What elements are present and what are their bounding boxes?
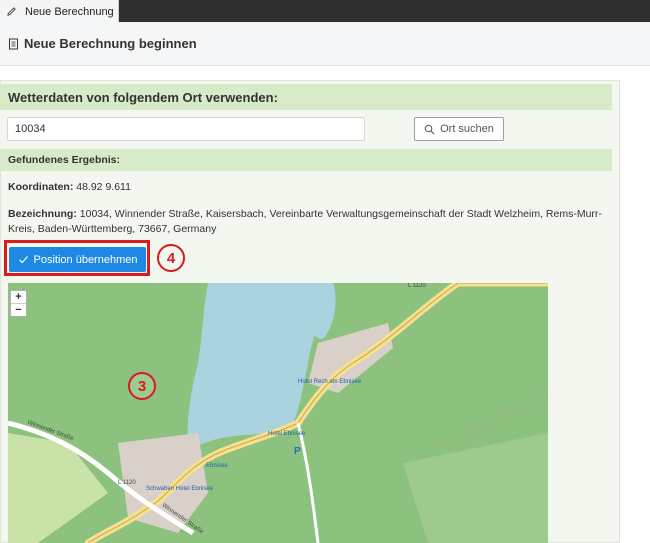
location-name-value: 10034, Winnender Straße, Kaisersbach, Ve…	[8, 208, 602, 235]
apply-position-label: Position übernehmen	[33, 253, 138, 266]
map-label-hotel-schwaben: Schwaben Hotel Ebnisee	[146, 486, 214, 492]
map-zoom-control: + −	[10, 290, 27, 317]
map-label-ebnisee: Ebnisee	[206, 463, 228, 469]
pencil-icon	[7, 7, 16, 16]
search-button-label: Ort suchen	[440, 123, 494, 135]
weather-heading: Wetterdaten von folgendem Ort verwenden:	[0, 84, 612, 110]
zoom-out-button[interactable]: −	[11, 303, 26, 316]
location-name-label: Bezeichnung:	[8, 208, 77, 220]
page-header: Neue Berechnung beginnen	[0, 22, 650, 66]
location-name: Bezeichnung: 10034, Winnender Straße, Ka…	[8, 207, 608, 237]
map-label-hotel-rech: Hotel Rech am Ebnisee	[298, 379, 362, 385]
page-title: Neue Berechnung beginnen	[24, 36, 197, 51]
coordinates-label: Koordinaten:	[8, 181, 74, 193]
map-label-hotel-ebnisee: Hotel Ebnisee	[268, 431, 306, 437]
document-icon	[9, 38, 18, 49]
coordinates-value: 48.92 9.611	[76, 181, 131, 193]
coordinates: Koordinaten: 48.92 9.611	[8, 181, 131, 193]
location-input[interactable]	[7, 117, 365, 141]
search-button[interactable]: Ort suchen	[414, 117, 504, 141]
map[interactable]: L 1120 L 1120 Winnender Straße Winnender…	[8, 283, 548, 543]
map-label-l1120-top: L 1120	[408, 283, 426, 289]
tab-neue-berechnung[interactable]: Neue Berechnung	[0, 0, 119, 23]
map-label-l1120-left: L 1120	[118, 480, 136, 486]
apply-position-button[interactable]: Position übernehmen	[9, 247, 146, 272]
result-heading: Gefundenes Ergebnis:	[0, 149, 612, 171]
map-canvas	[8, 283, 548, 543]
callout-3: 3	[128, 372, 156, 400]
callout-4: 4	[157, 244, 185, 272]
search-icon	[424, 124, 435, 134]
check-icon	[18, 256, 28, 264]
map-label-parking: P	[294, 446, 301, 457]
zoom-in-button[interactable]: +	[11, 291, 26, 303]
tab-label: Neue Berechnung	[25, 5, 114, 18]
